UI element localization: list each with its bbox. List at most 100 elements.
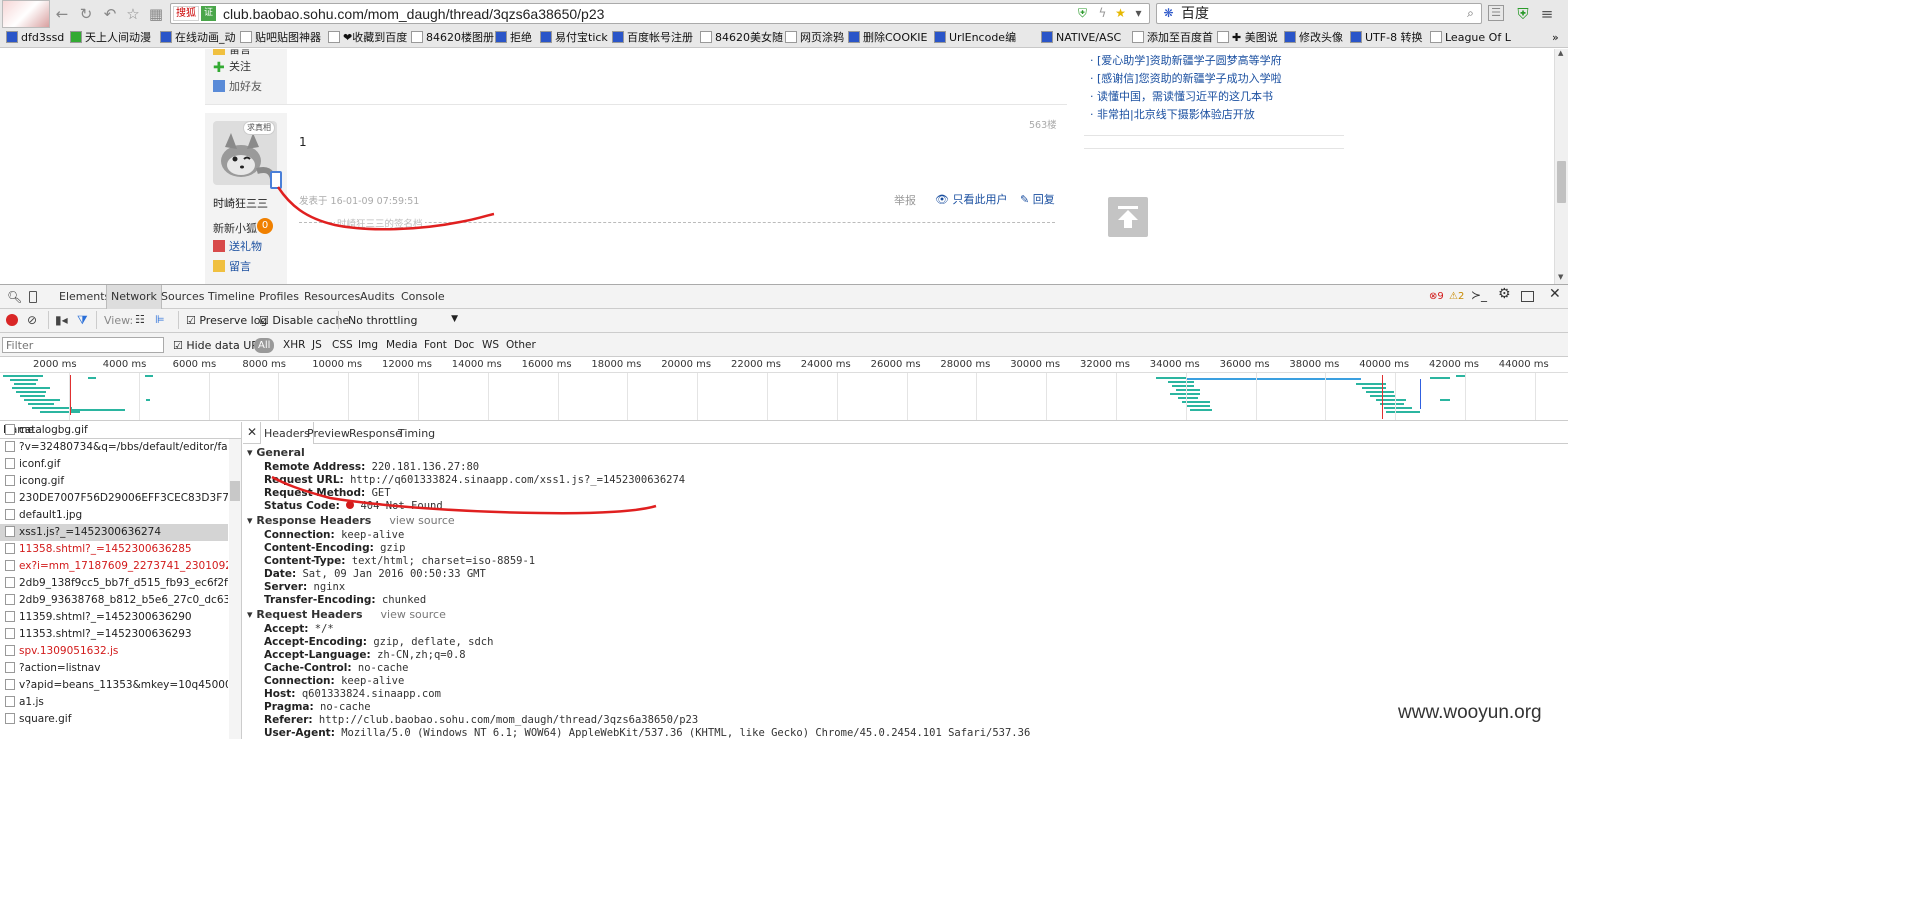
tab-timeline[interactable]: Timeline: [208, 290, 255, 304]
tab-elements[interactable]: Elements: [59, 290, 110, 304]
profile-avatar[interactable]: [2, 0, 50, 28]
shield-icon[interactable]: ⛨: [1075, 6, 1090, 21]
inspect-icon[interactable]: 🔍︎: [7, 290, 22, 304]
tab-audits[interactable]: Audits: [360, 290, 395, 304]
url-text[interactable]: club.baobao.sohu.com/mom_daugh/thread/3q…: [223, 5, 604, 23]
bookmark-item[interactable]: 修改头像: [1284, 30, 1343, 46]
filter-type-doc[interactable]: Doc: [454, 339, 474, 351]
security-shield-icon[interactable]: ⛨: [1514, 5, 1532, 23]
report-link[interactable]: 举报: [894, 192, 916, 208]
prev-message-link[interactable]: 留言: [213, 49, 251, 57]
lightning-icon[interactable]: ϟ: [1095, 6, 1110, 21]
camera-icon[interactable]: ▮◂: [55, 313, 68, 327]
post-username[interactable]: 时崎狂三三: [213, 195, 268, 211]
request-row[interactable]: a1.js: [0, 694, 228, 711]
bookmark-item[interactable]: 删除COOKIE: [848, 30, 927, 46]
back-icon[interactable]: ←: [53, 5, 71, 23]
requests-scroll-thumb[interactable]: [230, 481, 240, 501]
request-row[interactable]: 11358.shtml?_=1452300636285: [0, 541, 228, 558]
filter-type-other[interactable]: Other: [506, 339, 536, 351]
bookmark-item[interactable]: ✚ 美图说: [1217, 30, 1278, 46]
bookmark-item[interactable]: 84620楼图册: [411, 30, 494, 46]
throttling-select[interactable]: No throttling ▼: [348, 314, 458, 327]
network-overview[interactable]: [0, 373, 1568, 421]
scroll-up-icon[interactable]: ▲: [1558, 49, 1563, 57]
waterfall-view-icon[interactable]: ⊫: [155, 313, 165, 326]
warning-count[interactable]: ⚠2: [1449, 290, 1464, 304]
request-row[interactable]: square.gif: [0, 711, 228, 728]
tab-console[interactable]: Console: [401, 290, 445, 304]
reply-link[interactable]: ✎ 回复: [1020, 191, 1055, 207]
page-scrollbar[interactable]: ▲ ▼: [1554, 49, 1568, 284]
request-row[interactable]: ex?i=mm_17187609_2273741_23010924: [0, 558, 228, 575]
device-mode-icon[interactable]: [29, 291, 37, 303]
menu-icon[interactable]: ≡: [1538, 5, 1556, 23]
search-box[interactable]: ❋ 百度 ⌕: [1156, 3, 1482, 24]
follow-link[interactable]: ✚ 关注: [213, 60, 251, 75]
filter-type-css[interactable]: CSS: [332, 339, 353, 351]
list-view-icon[interactable]: ☷: [135, 313, 145, 326]
request-row[interactable]: 11359.shtml?_=1452300636290: [0, 609, 228, 626]
request-row[interactable]: catalogbg.gif: [0, 422, 228, 439]
apps-grid-icon[interactable]: ▦: [147, 5, 165, 23]
filter-type-xhr[interactable]: XHR: [283, 339, 305, 351]
request-row[interactable]: iconf.gif: [0, 456, 228, 473]
star-icon[interactable]: ☆: [124, 5, 142, 23]
tab-timing[interactable]: Timing: [398, 427, 435, 440]
search-engine-label[interactable]: 百度: [1181, 5, 1209, 23]
dropdown-arrow-icon[interactable]: ▾: [1131, 6, 1146, 21]
preserve-log-checkbox[interactable]: ☑ Preserve log: [186, 314, 267, 327]
filter-type-js[interactable]: JS: [312, 339, 322, 351]
menu-lines-icon[interactable]: ☰: [1488, 5, 1504, 21]
filter-funnel-icon[interactable]: ⧩: [77, 313, 88, 328]
bookmarks-overflow-icon[interactable]: »: [1552, 30, 1559, 46]
filter-type-font[interactable]: Font: [424, 339, 447, 351]
request-row[interactable]: 2db9_93638768_b812_b5e6_27c0_dc6346bf771…: [0, 592, 228, 609]
filter-input[interactable]: [2, 337, 164, 353]
request-row[interactable]: xss1.js?_=1452300636274: [0, 524, 228, 541]
add-friend-link[interactable]: 加好友: [213, 80, 262, 94]
bookmark-item[interactable]: ❤收藏到百度: [328, 30, 407, 46]
request-row[interactable]: v?apid=beans_11353&mkey=10q450001000fu0.…: [0, 677, 228, 694]
address-bar[interactable]: 搜狐 证 club.baobao.sohu.com/mom_daugh/thre…: [170, 3, 1150, 24]
bookmark-item[interactable]: NATIVE/ASC: [1041, 30, 1121, 46]
request-headers-section-header[interactable]: ▾ Request Headers view source: [247, 608, 446, 621]
response-headers-section-header[interactable]: ▾ Response Headers view source: [247, 514, 455, 527]
bookmark-item[interactable]: 添加至百度首: [1132, 30, 1213, 46]
request-row[interactable]: spv.1309051632.js: [0, 643, 228, 660]
filter-type-img[interactable]: Img: [358, 339, 378, 351]
request-row[interactable]: ?action=listnav: [0, 660, 228, 677]
settings-gear-icon[interactable]: ⚙: [1498, 287, 1511, 301]
bookmark-item[interactable]: 84620美女随: [700, 30, 783, 46]
bookmark-item[interactable]: dfd3ssd: [6, 30, 64, 46]
record-button[interactable]: [6, 314, 18, 326]
send-gift-link[interactable]: 送礼物: [213, 240, 262, 254]
bookmark-item[interactable]: 网页涂鸦: [785, 30, 844, 46]
back-to-top-button[interactable]: [1108, 197, 1148, 237]
tab-network[interactable]: Network: [106, 285, 162, 309]
close-devtools-icon[interactable]: ✕: [1549, 287, 1561, 301]
request-row[interactable]: icong.gif: [0, 473, 228, 490]
console-drawer-icon[interactable]: ≻_: [1471, 288, 1487, 302]
bookmark-item[interactable]: 拒绝: [495, 30, 532, 46]
filter-type-all[interactable]: All: [254, 338, 275, 353]
tab-preview[interactable]: Preview: [307, 427, 350, 440]
bookmark-item[interactable]: 天上人间动漫: [70, 30, 151, 46]
tab-headers[interactable]: Headers: [260, 422, 314, 444]
bookmark-item[interactable]: 在线动画_动: [160, 30, 236, 46]
requests-scrollbar[interactable]: [229, 439, 241, 739]
bookmark-item[interactable]: 百度帐号注册: [612, 30, 693, 46]
bookmark-item[interactable]: 贴吧贴图神器: [240, 30, 321, 46]
page-scroll-thumb[interactable]: [1557, 161, 1566, 203]
only-this-user-link[interactable]: 👁 只看此用户: [935, 191, 1007, 207]
tab-resources[interactable]: Resources: [304, 290, 360, 304]
search-icon[interactable]: ⌕: [1463, 6, 1478, 21]
bookmark-item[interactable]: UrlEncode编: [934, 30, 1016, 46]
request-row[interactable]: default1.jpg: [0, 507, 228, 524]
bookmark-item[interactable]: 易付宝tick: [540, 30, 608, 46]
bookmark-star-icon[interactable]: ★: [1113, 6, 1128, 21]
refresh-icon[interactable]: ↻: [77, 5, 95, 23]
undo-icon[interactable]: ↶: [101, 5, 119, 23]
request-row[interactable]: 11353.shtml?_=1452300636293: [0, 626, 228, 643]
view-source-link[interactable]: view source: [381, 608, 446, 621]
